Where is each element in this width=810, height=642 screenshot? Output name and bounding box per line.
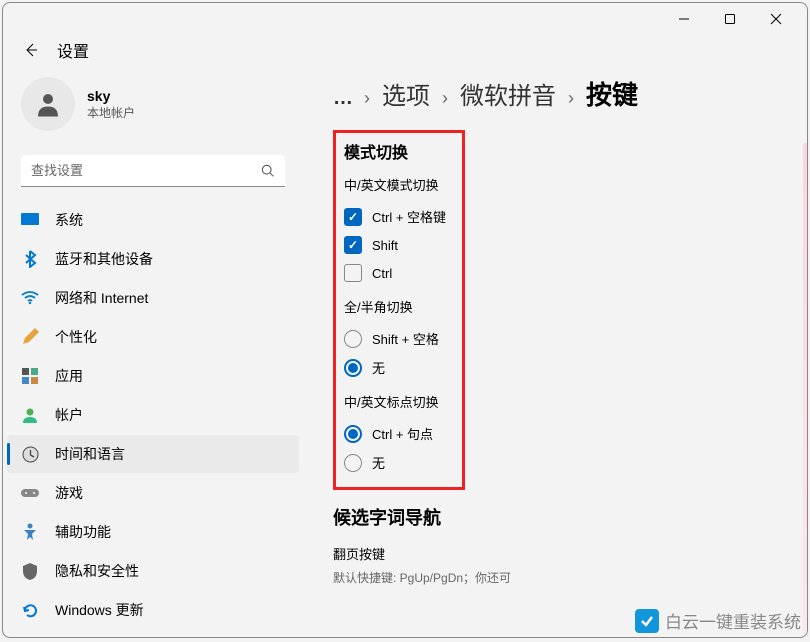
breadcrumb-more[interactable]: … bbox=[333, 87, 352, 110]
section-title: 候选字词导航 bbox=[333, 504, 807, 530]
watermark: 白云一键重装系统 bbox=[635, 608, 801, 633]
radio-icon bbox=[344, 359, 362, 377]
sidebar-item-gaming[interactable]: 游戏 bbox=[7, 474, 299, 512]
sidebar-item-label: 系统 bbox=[55, 210, 83, 230]
checkbox-option[interactable]: Ctrl bbox=[344, 259, 454, 287]
option-label: Shift bbox=[372, 238, 398, 253]
checkbox-icon bbox=[344, 264, 362, 282]
breadcrumb-current: 按键 bbox=[586, 75, 638, 112]
chevron-right-icon: › bbox=[364, 88, 370, 109]
sidebar-item-label: 网络和 Internet bbox=[55, 288, 148, 308]
sidebar-item-label: Windows 更新 bbox=[55, 600, 144, 620]
avatar bbox=[21, 77, 75, 131]
option-label: Shift + 空格 bbox=[372, 329, 439, 348]
search-icon bbox=[261, 164, 275, 178]
section-title: 模式切换 bbox=[344, 139, 454, 163]
radio-option[interactable]: Shift + 空格 bbox=[344, 324, 454, 353]
hint-text: 默认快捷键: PgUp/PgDn；你还可 bbox=[333, 569, 807, 586]
chevron-right-icon: › bbox=[442, 88, 448, 109]
checkbox-icon bbox=[344, 236, 362, 254]
radio-option[interactable]: 无 bbox=[344, 353, 454, 382]
sidebar-item-network[interactable]: 网络和 Internet bbox=[7, 279, 299, 317]
radio-icon bbox=[344, 425, 362, 443]
main-content: … › 选项 › 微软拼音 › 按键 模式切换 中/英文模式切换 Ctrl + … bbox=[303, 65, 807, 637]
user-name: sky bbox=[87, 88, 135, 104]
chevron-right-icon: › bbox=[568, 88, 574, 109]
titlebar bbox=[3, 3, 807, 35]
option-label: Ctrl + 空格键 bbox=[372, 207, 446, 226]
subsection-title: 中/英文标点切换 bbox=[344, 392, 454, 411]
sidebar-item-update[interactable]: Windows 更新 bbox=[7, 591, 299, 629]
wifi-icon bbox=[21, 289, 39, 307]
app-title: 设置 bbox=[57, 38, 89, 62]
personalize-icon bbox=[21, 328, 39, 346]
user-type: 本地帐户 bbox=[87, 104, 135, 121]
watermark-text: 白云一键重装系统 bbox=[665, 608, 801, 633]
radio-option[interactable]: Ctrl + 句点 bbox=[344, 419, 454, 448]
sidebar-item-personalize[interactable]: 个性化 bbox=[7, 318, 299, 356]
system-icon bbox=[21, 211, 39, 229]
accessibility-icon bbox=[21, 523, 39, 541]
gaming-icon bbox=[21, 484, 39, 502]
watermark-icon bbox=[635, 609, 659, 633]
user-profile[interactable]: sky 本地帐户 bbox=[3, 73, 303, 147]
checkbox-option[interactable]: Ctrl + 空格键 bbox=[344, 202, 454, 231]
radio-icon bbox=[344, 330, 362, 348]
option-label: 无 bbox=[372, 358, 385, 377]
option-label: Ctrl bbox=[372, 266, 392, 281]
sidebar-item-label: 隐私和安全性 bbox=[55, 561, 139, 581]
sidebar: sky 本地帐户 系统 蓝牙和其他设备 bbox=[3, 65, 303, 637]
breadcrumb-item[interactable]: 选项 bbox=[382, 76, 430, 111]
sidebar-item-label: 游戏 bbox=[55, 483, 83, 503]
close-button[interactable] bbox=[753, 4, 799, 34]
checkbox-icon bbox=[344, 208, 362, 226]
radio-option[interactable]: 无 bbox=[344, 448, 454, 477]
sidebar-item-system[interactable]: 系统 bbox=[7, 201, 299, 239]
search-container bbox=[21, 155, 285, 187]
header: 设置 bbox=[3, 35, 807, 65]
sidebar-item-label: 蓝牙和其他设备 bbox=[55, 249, 153, 269]
search-input[interactable] bbox=[21, 155, 285, 187]
edge-decoration bbox=[803, 143, 807, 637]
account-icon bbox=[21, 406, 39, 424]
sidebar-item-label: 帐户 bbox=[55, 405, 83, 425]
sidebar-item-label: 辅助功能 bbox=[55, 522, 111, 542]
sidebar-item-time-language[interactable]: 时间和语言 bbox=[7, 435, 299, 473]
sidebar-item-privacy[interactable]: 隐私和安全性 bbox=[7, 552, 299, 590]
sidebar-item-account[interactable]: 帐户 bbox=[7, 396, 299, 434]
subsection-title: 中/英文模式切换 bbox=[344, 175, 454, 194]
update-icon bbox=[21, 601, 39, 619]
highlighted-section: 模式切换 中/英文模式切换 Ctrl + 空格键 Shift Ctrl 全/半角… bbox=[333, 130, 465, 490]
nav: 系统 蓝牙和其他设备 网络和 Internet 个性化 应用 bbox=[3, 201, 303, 629]
sidebar-item-label: 时间和语言 bbox=[55, 444, 125, 464]
minimize-button[interactable] bbox=[661, 4, 707, 34]
back-button[interactable] bbox=[19, 38, 43, 62]
privacy-icon bbox=[21, 562, 39, 580]
checkbox-option[interactable]: Shift bbox=[344, 231, 454, 259]
sidebar-item-label: 应用 bbox=[55, 366, 83, 386]
bluetooth-icon bbox=[21, 250, 39, 268]
sidebar-item-label: 个性化 bbox=[55, 327, 97, 347]
maximize-button[interactable] bbox=[707, 4, 753, 34]
sidebar-item-apps[interactable]: 应用 bbox=[7, 357, 299, 395]
radio-icon bbox=[344, 454, 362, 472]
breadcrumb: … › 选项 › 微软拼音 › 按键 bbox=[333, 75, 807, 112]
subsection-title: 全/半角切换 bbox=[344, 297, 454, 316]
apps-icon bbox=[21, 367, 39, 385]
sidebar-item-accessibility[interactable]: 辅助功能 bbox=[7, 513, 299, 551]
option-label: Ctrl + 句点 bbox=[372, 424, 433, 443]
time-icon bbox=[21, 445, 39, 463]
breadcrumb-item[interactable]: 微软拼音 bbox=[460, 76, 556, 111]
sidebar-item-bluetooth[interactable]: 蓝牙和其他设备 bbox=[7, 240, 299, 278]
option-label: 无 bbox=[372, 453, 385, 472]
subsection-title: 翻页按键 bbox=[333, 544, 807, 563]
